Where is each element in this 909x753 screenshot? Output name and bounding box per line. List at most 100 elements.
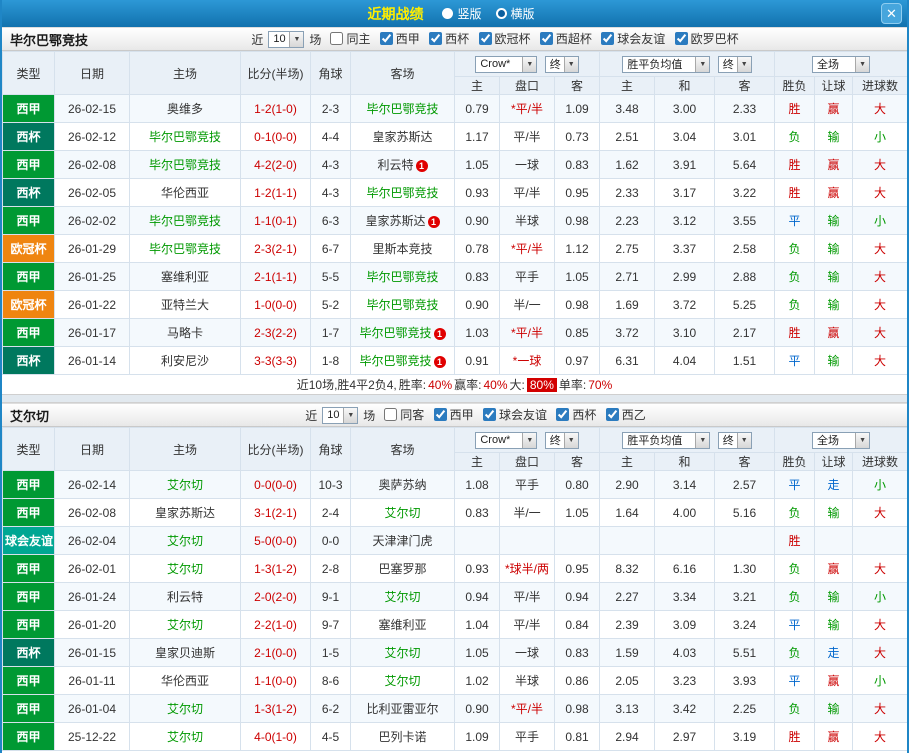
away-team-name[interactable]: 毕尔巴鄂竞技 — [366, 102, 438, 116]
home-team-name[interactable]: 皇家贝迪斯 — [155, 646, 215, 660]
home-team-name[interactable]: 毕尔巴鄂竞技 — [149, 158, 221, 172]
league-filter[interactable]: 欧冠杯 — [478, 30, 531, 47]
home-mean-cell: 6.31 — [599, 346, 656, 375]
away-team-name[interactable]: 毕尔巴鄂竞技 — [359, 354, 431, 368]
league-filter-checkbox[interactable] — [384, 408, 398, 421]
away-team-name[interactable]: 里斯本竞技 — [372, 242, 432, 256]
league-filter[interactable]: 西乙 — [605, 406, 646, 423]
home-team-name[interactable]: 亚特兰大 — [161, 298, 209, 312]
league-filter-checkbox[interactable] — [674, 32, 688, 45]
away-team-name[interactable]: 皇家苏斯达 — [365, 214, 425, 228]
close-button[interactable]: ✕ — [881, 3, 902, 24]
league-filter-checkbox[interactable] — [478, 32, 492, 45]
league-filter[interactable]: 球会友谊 — [483, 406, 547, 423]
league-filter[interactable]: 同客 — [384, 406, 424, 423]
means-header-cell: 胜平负均值 ▼ 终 ▼ — [599, 51, 776, 77]
league-filter-checkbox[interactable] — [556, 408, 570, 421]
away-team-name[interactable]: 毕尔巴鄂竞技 — [366, 298, 438, 312]
league-filter-checkbox[interactable] — [379, 32, 393, 45]
home-team-name[interactable]: 奥维多 — [167, 102, 203, 116]
home-team-name[interactable]: 毕尔巴鄂竞技 — [149, 214, 221, 228]
scope-select[interactable]: 全场 ▼ — [812, 431, 871, 449]
home-team-name[interactable]: 利云特 — [167, 590, 203, 604]
home-team-name[interactable]: 艾尔切 — [167, 618, 203, 632]
away-team-name[interactable]: 奥萨苏纳 — [378, 478, 426, 492]
col-handicap: 盘口 — [499, 452, 555, 471]
match-count-select[interactable]: 10 ▼ — [268, 30, 305, 48]
away-team-name[interactable]: 比利亚雷亚尔 — [366, 702, 438, 716]
layout-vertical-option[interactable]: 竖版 — [442, 5, 482, 22]
match-row: 西甲 26-01-04 艾尔切 1-3(1-2) 6-2 比利亚雷亚尔 0.90… — [2, 694, 907, 723]
home-team-name[interactable]: 利安尼沙 — [161, 354, 209, 368]
league-filter[interactable]: 西甲 — [379, 30, 420, 47]
odds-stage-select[interactable]: 终 ▼ — [544, 431, 579, 449]
means-type-select[interactable]: 胜平负均值 ▼ — [622, 55, 711, 73]
league-filter-checkbox[interactable] — [433, 408, 447, 421]
home-team-name[interactable]: 毕尔巴鄂竞技 — [149, 130, 221, 144]
away-team-name[interactable]: 利云特 — [377, 158, 413, 172]
away-team-name[interactable]: 毕尔巴鄂竞技 — [366, 270, 438, 284]
away-team-name[interactable]: 塞维利亚 — [378, 618, 426, 632]
radio-selected-icon[interactable] — [495, 8, 507, 19]
odds-stage-select[interactable]: 终 ▼ — [544, 55, 579, 73]
away-team-name[interactable]: 皇家苏斯达 — [372, 130, 432, 144]
league-filter[interactable]: 球会友谊 — [601, 30, 665, 47]
matches-label: 场 — [309, 32, 322, 47]
layout-horizontal-option[interactable]: 横版 — [495, 5, 535, 22]
odds-stage-value: 终 — [549, 435, 561, 447]
league-filter-checkbox[interactable] — [330, 32, 344, 45]
away-team-name[interactable]: 艾尔切 — [384, 506, 420, 520]
col-home: 主场 — [129, 51, 241, 95]
away-team-name[interactable]: 艾尔切 — [384, 674, 420, 688]
home-odds-cell: 1.09 — [454, 722, 500, 751]
league-filter[interactable]: 欧罗巴杯 — [674, 30, 739, 47]
means-stage-select[interactable]: 终 ▼ — [717, 431, 752, 449]
odds-company-select[interactable]: Crow* ▼ — [475, 55, 538, 73]
chevron-down-icon: ▼ — [343, 407, 358, 423]
home-team-cell: 皇家贝迪斯 — [129, 638, 241, 667]
away-odds-cell: 0.98 — [553, 206, 601, 235]
result-goals-cell: 大 — [852, 610, 907, 639]
home-team-name[interactable]: 艾尔切 — [167, 562, 203, 576]
league-filter-checkbox[interactable] — [605, 408, 619, 421]
away-mean-cell: 5.64 — [714, 150, 776, 179]
home-team-name[interactable]: 华伦西亚 — [161, 186, 209, 200]
league-filter-checkbox[interactable] — [429, 32, 443, 45]
away-team-name[interactable]: 巴塞罗那 — [378, 562, 426, 576]
away-team-name[interactable]: 毕尔巴鄂竞技 — [366, 186, 438, 200]
home-team-name[interactable]: 艾尔切 — [167, 534, 203, 548]
league-filter[interactable]: 西杯 — [429, 30, 469, 47]
league-filter[interactable]: 西甲 — [433, 406, 474, 423]
home-team-name[interactable]: 塞维利亚 — [161, 270, 209, 284]
away-team-name[interactable]: 天津津门虎 — [372, 534, 432, 548]
match-count-select[interactable]: 10 ▼ — [322, 406, 359, 424]
means-type-select[interactable]: 胜平负均值 ▼ — [622, 431, 711, 449]
away-team-name[interactable]: 巴列卡诺 — [378, 730, 426, 744]
home-team-name[interactable]: 皇家苏斯达 — [155, 506, 215, 520]
away-team-name[interactable]: 毕尔巴鄂竞技 — [359, 326, 431, 340]
away-team-name[interactable]: 艾尔切 — [384, 646, 420, 660]
radio-unselected-icon[interactable] — [442, 8, 454, 19]
draw-mean-cell: 3.12 — [654, 206, 716, 235]
scope-select[interactable]: 全场 ▼ — [812, 55, 871, 73]
odds-company-select[interactable]: Crow* ▼ — [475, 431, 538, 449]
league-filter[interactable]: 西超杯 — [539, 30, 592, 47]
away-team-name[interactable]: 艾尔切 — [384, 590, 420, 604]
home-team-name[interactable]: 马略卡 — [167, 326, 203, 340]
home-team-name[interactable]: 艾尔切 — [167, 478, 203, 492]
score-cell: 4-2(2-0) — [240, 150, 311, 179]
home-mean-cell: 1.69 — [599, 290, 656, 319]
handicap-cell — [499, 526, 555, 555]
away-team-cell: 毕尔巴鄂竞技 1 — [350, 318, 455, 347]
home-team-name[interactable]: 毕尔巴鄂竞技 — [149, 242, 221, 256]
means-stage-select[interactable]: 终 ▼ — [717, 55, 752, 73]
league-filter-checkbox[interactable] — [601, 32, 615, 45]
league-filter[interactable]: 同主 — [330, 30, 370, 47]
league-filter-checkbox[interactable] — [483, 408, 497, 421]
home-team-name[interactable]: 艾尔切 — [167, 702, 203, 716]
home-team-name[interactable]: 华伦西亚 — [161, 674, 209, 688]
date-cell: 26-01-04 — [54, 694, 130, 723]
league-filter-checkbox[interactable] — [539, 32, 553, 45]
league-filter[interactable]: 西杯 — [556, 406, 596, 423]
home-team-name[interactable]: 艾尔切 — [167, 730, 203, 744]
